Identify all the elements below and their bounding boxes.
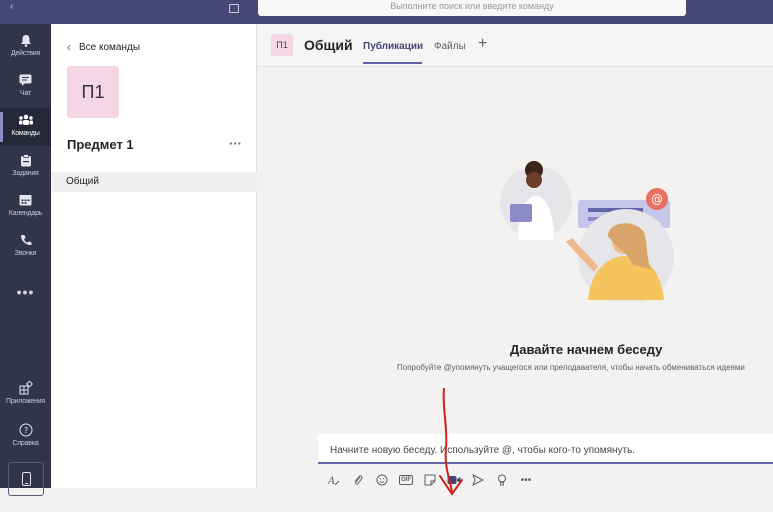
app-rail: Действия Чат Команды Задания Календарь З…	[0, 24, 51, 496]
compose-toolbar: A GIF •••	[326, 471, 542, 489]
chevron-left-icon: ‹	[67, 40, 71, 54]
annotation-arrow	[439, 388, 463, 496]
tab-files[interactable]: Файлы	[434, 41, 466, 52]
search-input[interactable]: Выполните поиск или введите команду	[258, 0, 686, 16]
help-icon: ?	[18, 422, 34, 438]
channel-main: П1 Общий Публикации Файлы + @ Давайте на…	[258, 24, 773, 496]
more-options-button[interactable]: •••	[518, 472, 534, 488]
rail-label: Команды	[11, 130, 40, 137]
compose-placeholder: Начните новую беседу. Используйте @, что…	[330, 445, 636, 456]
empty-state-title: Давайте начнем беседу	[510, 342, 663, 357]
bell-icon	[18, 32, 34, 48]
all-teams-link[interactable]: ‹ Все команды	[67, 40, 140, 54]
team-more-button[interactable]: ···	[229, 136, 242, 151]
add-tab-button[interactable]: +	[478, 35, 487, 53]
rail-label: Задания	[12, 170, 39, 177]
channel-title: Общий	[304, 37, 353, 53]
assignments-icon	[18, 152, 34, 168]
rail-item-help[interactable]: ? Справка	[0, 418, 51, 456]
title-bar: ‹ Выполните поиск или введите команду	[0, 0, 773, 24]
back-arrow-icon[interactable]: ‹	[10, 1, 13, 12]
tab-posts[interactable]: Публикации	[363, 41, 423, 52]
rail-item-assignments[interactable]: Задания	[0, 148, 51, 186]
calendar-icon	[18, 192, 34, 208]
team-name: Предмет 1	[67, 137, 134, 152]
rail-item-apps[interactable]: Приложения	[0, 376, 51, 414]
svg-text:@: @	[651, 192, 663, 206]
rail-label: Чат	[19, 90, 31, 97]
new-conversation-input[interactable]: Начните новую беседу. Используйте @, что…	[318, 434, 773, 464]
mobile-device-button[interactable]	[8, 462, 44, 496]
rail-item-calls[interactable]: Звонки	[0, 228, 51, 266]
team-panel: ‹ Все команды П1 Предмет 1 ··· Общий	[51, 24, 257, 488]
gif-icon[interactable]: GIF	[398, 472, 414, 488]
apps-icon	[18, 380, 34, 396]
compose-window-icon[interactable]	[229, 4, 239, 13]
teams-icon	[18, 112, 34, 128]
rail-label: Приложения	[6, 398, 45, 405]
rail-label: Звонки	[14, 250, 37, 257]
sticker-icon[interactable]	[422, 472, 438, 488]
emoji-icon[interactable]	[374, 472, 390, 488]
all-teams-label: Все команды	[79, 41, 141, 53]
rail-label: Справка	[12, 440, 39, 447]
bulb-icon[interactable]	[494, 472, 510, 488]
active-tab-indicator	[363, 62, 422, 64]
empty-state-subtitle: Попробуйте @упомянуть учащегося или преп…	[397, 363, 745, 372]
phone-device-icon	[21, 472, 31, 486]
format-icon[interactable]: A	[326, 472, 342, 488]
conversation-illustration: @	[500, 161, 674, 302]
phone-icon	[18, 232, 34, 248]
rail-label: Календарь	[8, 210, 43, 217]
gif-label: GIF	[399, 475, 413, 485]
channel-header: П1 Общий Публикации Файлы +	[258, 24, 773, 67]
chat-icon	[18, 72, 34, 88]
rail-label: Действия	[10, 50, 41, 57]
attach-icon[interactable]	[350, 472, 366, 488]
rail-item-activity[interactable]: Действия	[0, 28, 51, 66]
channel-item-general[interactable]: Общий	[51, 172, 257, 192]
channel-avatar: П1	[271, 34, 293, 56]
team-avatar: П1	[67, 66, 119, 118]
svg-text:A: A	[328, 476, 335, 486]
svg-text:?: ?	[23, 426, 27, 435]
rail-item-calendar[interactable]: Календарь	[0, 188, 51, 226]
rail-more-button[interactable]: •••	[0, 284, 51, 300]
rail-item-teams[interactable]: Команды	[0, 108, 51, 146]
rail-item-chat[interactable]: Чат	[0, 68, 51, 106]
